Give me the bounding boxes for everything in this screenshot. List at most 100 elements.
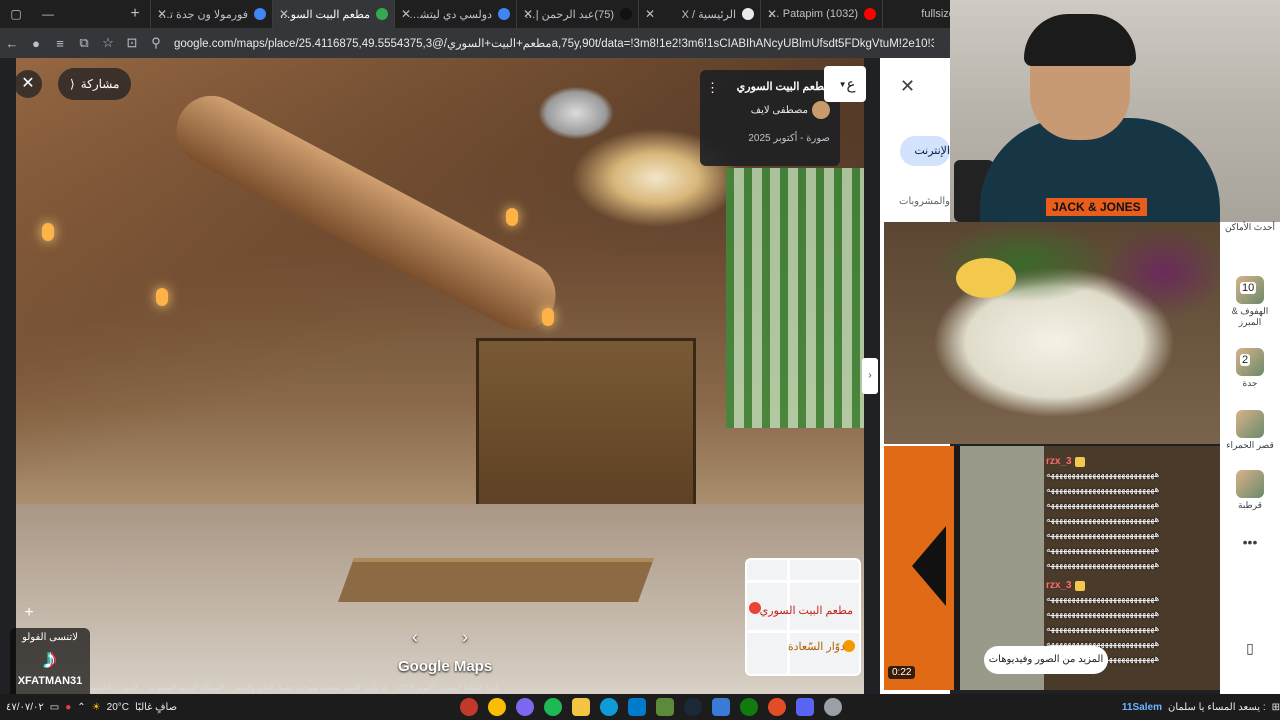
chevron-down-icon: ▼ xyxy=(838,79,847,89)
display-icon[interactable]: ▭ xyxy=(50,702,59,713)
place-name[interactable]: مطعم البيت السوري xyxy=(710,80,830,93)
spotify-icon[interactable] xyxy=(544,698,562,716)
close-tab-icon[interactable]: ✕ xyxy=(279,7,289,21)
tab-favicon xyxy=(376,8,388,20)
chevron-up-icon[interactable]: ⌃ xyxy=(77,702,85,713)
edge-icon[interactable] xyxy=(600,698,618,716)
more-horiz-icon[interactable]: ••• xyxy=(1220,534,1280,550)
website-chip[interactable]: الإنترنت xyxy=(900,136,950,166)
place-name: قصر الحمراء xyxy=(1226,440,1274,450)
webcam-overlay: JACK & JONES xyxy=(950,0,1280,222)
ticker-user: 11Salem xyxy=(1121,701,1162,713)
language-label: ع xyxy=(846,76,856,93)
place-thumbnail: 2 xyxy=(1236,348,1264,376)
photo-lamp xyxy=(542,308,554,326)
credit-privacy[interactable]: الخصوصية xyxy=(90,683,112,692)
browser-tab[interactable]: (75)عبد الرحمن || TikTok✕ xyxy=(516,0,638,28)
close-photo-button[interactable]: ✕ xyxy=(14,70,42,98)
photo-info-card: مطعم البيت السوري مصطفى لايف صورة - أكتو… xyxy=(700,70,840,166)
place-name: قرطبة xyxy=(1238,500,1262,510)
url-field[interactable]: google.com/maps/place/مطعم+البيت+السوري/… xyxy=(174,36,934,50)
author-row[interactable]: مصطفى لايف xyxy=(710,101,830,119)
reading-list-icon[interactable]: ≡ xyxy=(48,36,72,51)
map-road xyxy=(787,560,790,674)
close-tab-icon[interactable]: ✕ xyxy=(523,7,533,21)
video-duration: 0:22 xyxy=(888,666,916,679)
restore-icon[interactable]: ▢ xyxy=(0,7,32,21)
browser-tab[interactable]: دولسي دي ليتشي - بحث✕ xyxy=(394,0,516,28)
folder-icon[interactable] xyxy=(572,698,590,716)
language-select-button[interactable]: ▼ ع xyxy=(824,66,866,102)
prev-arrow-button[interactable]: ‹ xyxy=(400,622,430,652)
tab-favicon xyxy=(498,8,510,20)
profile-icon[interactable]: ● xyxy=(24,36,48,51)
app-icon-1[interactable] xyxy=(460,698,478,716)
ticker-text: : يسعد المساء يا سلمان xyxy=(1167,701,1266,713)
chat-line: ههههههههههههههههههههههههههه xyxy=(1046,514,1160,524)
category-label: والمشروبات xyxy=(899,196,950,207)
expand-panel-button[interactable]: › xyxy=(862,358,878,394)
close-tab-icon[interactable]: ✕ xyxy=(401,7,411,21)
browser-tab[interactable]: (1032) Brr Brr Patapim✕ xyxy=(760,0,882,28)
extensions-icon[interactable]: ⧉ xyxy=(72,35,96,51)
tiktok-overlay: لاتنسى الفولو ♪ XFATMAN31 xyxy=(10,628,90,702)
photo-green-lattice xyxy=(726,168,864,428)
site-info-icon[interactable]: ⚲ xyxy=(144,35,168,51)
photo-carved-wall-panel xyxy=(476,338,696,518)
map-road xyxy=(747,630,859,633)
more-vert-icon[interactable]: ⋮ xyxy=(706,80,719,96)
minecraft-icon[interactable] xyxy=(656,698,674,716)
install-app-icon[interactable]: ⊡ xyxy=(120,35,144,51)
settings-gear-icon[interactable] xyxy=(824,698,842,716)
close-panel-icon[interactable]: ✕ xyxy=(900,76,915,97)
browser-tab-active[interactable]: مطعم البيت السوري ✕ xyxy=(272,0,394,28)
place-count: 2 xyxy=(1240,354,1251,366)
browser-tab[interactable]: الرئيسية / X ✕ xyxy=(638,0,760,28)
credit-terms[interactable]: البنود xyxy=(122,683,138,692)
chat-line: ههههههههههههههههههههههههههه xyxy=(1046,544,1160,554)
credit-country[interactable]: المملكة العربية السعودية xyxy=(148,683,224,692)
sidelist-item[interactable]: 2 جدة xyxy=(1220,348,1280,389)
share-label: مشاركة xyxy=(80,77,120,91)
tab-title: فورمولا ون جدة تراك xyxy=(157,8,248,21)
app-icon-3[interactable] xyxy=(516,698,534,716)
chat-username: rzx_3 xyxy=(1046,456,1072,467)
app-icon-13[interactable] xyxy=(796,698,814,716)
more-photos-pill[interactable]: المزيد من الصور وفيديوهات xyxy=(984,646,1108,674)
chat-line: ههههههههههههههههههههههههههه xyxy=(1046,593,1160,603)
xbox-icon[interactable] xyxy=(740,698,758,716)
tiktok-logo-icon: ♪ xyxy=(43,643,57,674)
tab-favicon xyxy=(254,8,266,20)
app-icon-12[interactable] xyxy=(768,698,786,716)
close-tab-icon[interactable]: ✕ xyxy=(157,7,167,21)
photo-thumbnail-salad[interactable] xyxy=(884,222,1220,444)
zoom-in-icon[interactable]: + xyxy=(20,604,38,622)
photo-lemon xyxy=(956,258,1016,298)
map-label-roundabout: دوّار السّعادة xyxy=(787,641,845,653)
photos-icon[interactable] xyxy=(712,698,730,716)
close-tab-icon[interactable]: ✕ xyxy=(767,7,777,21)
sidelist-item[interactable]: قصر الحمراء xyxy=(1220,410,1280,451)
new-tab-button[interactable]: + xyxy=(120,5,150,23)
windows-start-icon[interactable]: ⊞ xyxy=(1272,702,1280,713)
device-icon[interactable]: ▯ xyxy=(1220,640,1280,657)
record-icon[interactable]: ● xyxy=(65,702,71,713)
vscode-icon[interactable] xyxy=(628,698,646,716)
sidelist-item[interactable]: 10 الهفوف & المبرز xyxy=(1220,276,1280,328)
mini-map[interactable]: مطعم البيت السوري دوّار السّعادة xyxy=(745,558,861,676)
place-name: جدة xyxy=(1242,378,1258,388)
weather-icon[interactable]: ☀ xyxy=(92,702,101,713)
steam-icon[interactable] xyxy=(684,698,702,716)
browser-tab[interactable]: فورمولا ون جدة تراك ✕ xyxy=(150,0,272,28)
next-arrow-button[interactable]: › xyxy=(450,622,480,652)
share-button[interactable]: مشاركة ⟨ xyxy=(58,68,132,100)
back-icon[interactable]: ← xyxy=(0,36,24,51)
chrome-icon[interactable] xyxy=(488,698,506,716)
streamer-hair xyxy=(1024,14,1136,66)
chat-line: ههههههههههههههههههههههههههه xyxy=(1046,529,1160,539)
saved-places-list: أحدث الأماكن 10 الهفوف & المبرز 2 جدة قصر … xyxy=(1220,222,1280,694)
bookmark-star-icon[interactable]: ☆ xyxy=(96,35,120,51)
minimize-icon[interactable]: — xyxy=(32,7,64,21)
sidelist-item[interactable]: قرطبة xyxy=(1220,470,1280,511)
close-tab-icon[interactable]: ✕ xyxy=(645,7,655,21)
